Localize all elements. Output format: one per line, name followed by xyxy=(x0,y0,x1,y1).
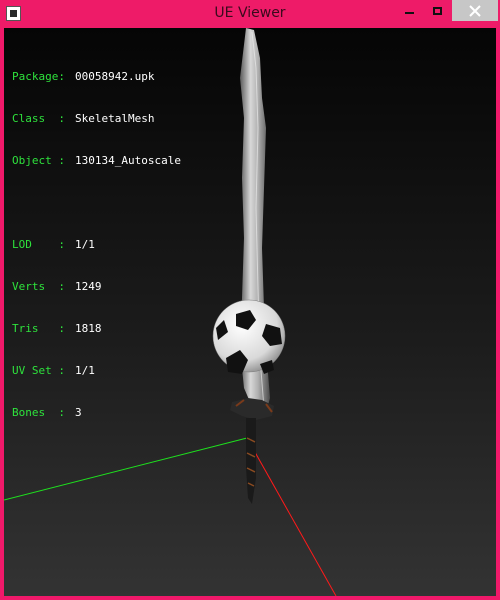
info-row-class: Class : SkeletalMesh xyxy=(12,112,181,126)
info-label: Package: xyxy=(12,70,65,83)
sword-handle xyxy=(246,418,256,504)
minimize-icon xyxy=(405,12,414,14)
close-button[interactable] xyxy=(452,0,498,21)
mesh-info-overlay: Package: 00058942.upk Class : SkeletalMe… xyxy=(12,42,181,448)
info-value: SkeletalMesh xyxy=(75,112,155,125)
x-axis-line xyxy=(246,437,337,596)
info-row-uvset: UV Set : 1/1 xyxy=(12,364,181,378)
info-label: Object : xyxy=(12,154,65,167)
title-bar[interactable]: UE Viewer xyxy=(0,0,500,28)
info-value: 1249 xyxy=(75,280,102,293)
3d-viewport[interactable]: Package: 00058942.upk Class : SkeletalMe… xyxy=(4,28,496,596)
info-row-lod: LOD : 1/1 xyxy=(12,238,181,252)
info-value: 1/1 xyxy=(75,364,95,377)
close-icon xyxy=(469,4,481,17)
minimize-button[interactable] xyxy=(396,0,423,21)
info-label: LOD : xyxy=(12,238,65,251)
info-label: Tris : xyxy=(12,322,65,335)
info-row-bones: Bones : 3 xyxy=(12,406,181,420)
info-label: Verts : xyxy=(12,280,65,293)
maximize-button[interactable] xyxy=(424,0,451,21)
info-row-object: Object : 130134_Autoscale xyxy=(12,154,181,168)
info-label: Bones : xyxy=(12,406,65,419)
info-value: 00058942.upk xyxy=(75,70,155,83)
info-row-verts: Verts : 1249 xyxy=(12,280,181,294)
info-row-package: Package: 00058942.upk xyxy=(12,70,181,84)
info-value: 1818 xyxy=(75,322,102,335)
info-value: 1/1 xyxy=(75,238,95,251)
info-label: Class : xyxy=(12,112,65,125)
maximize-icon xyxy=(433,6,442,15)
info-value: 3 xyxy=(75,406,82,419)
ue-viewer-window: UE Viewer Package: 00058942.upk Class: … xyxy=(0,0,500,600)
info-label: UV Set : xyxy=(12,364,65,377)
info-value: 130134_Autoscale xyxy=(75,154,181,167)
info-row-tris: Tris : 1818 xyxy=(12,322,181,336)
